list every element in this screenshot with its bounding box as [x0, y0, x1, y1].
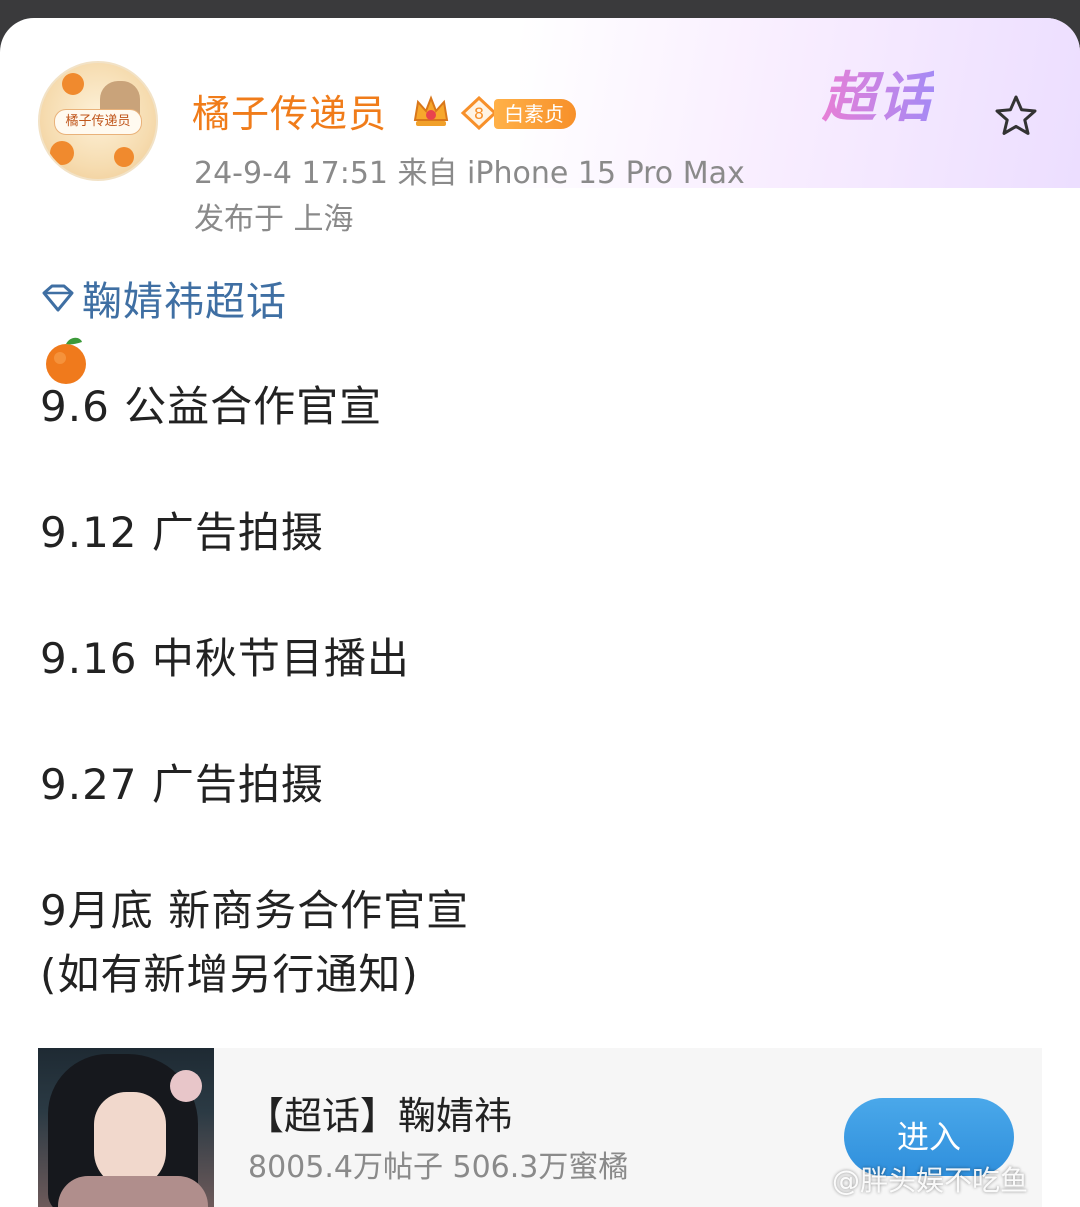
post-line-4: 9.27 广告拍摄: [40, 760, 324, 809]
topic-text: 鞠婧祎超话: [82, 279, 287, 325]
super-topic-cover-image: [38, 1048, 214, 1207]
post-line-1: 9.6 公益合作官宣: [40, 382, 383, 431]
post-line-5: 9月底 新商务合作官宣: [40, 886, 470, 935]
watermark: @胖头娱不吃鱼: [832, 1164, 1029, 1197]
post-line-3: 9.16 中秋节目播出: [40, 634, 410, 683]
badge-label[interactable]: 白素贞: [494, 99, 576, 129]
username[interactable]: 橘子传递员: [192, 88, 387, 140]
star-icon[interactable]: [992, 92, 1040, 140]
post-line-6: (如有新增另行通知): [40, 950, 419, 999]
topic-link[interactable]: 鞠婧祎超话: [40, 273, 287, 325]
avatar[interactable]: 橘子传递员: [38, 61, 158, 181]
level-badge-icon: 8: [460, 96, 498, 130]
diamond-icon: [42, 284, 74, 312]
post-location: 发布于 上海: [194, 202, 354, 237]
post-line-2: 9.12 广告拍摄: [40, 508, 324, 557]
chaohua-brand-logo: 超话: [822, 66, 934, 129]
post-timestamp-source: 24-9-4 17:51 来自 iPhone 15 Pro Max: [194, 156, 745, 191]
badge-level-number: 8: [474, 104, 484, 123]
post-card: 橘子传递员 橘子传递员 8 白素贞 24-9-4 17:51 来自 iPhone…: [0, 18, 1080, 1207]
avatar-label: 橘子传递员: [54, 109, 142, 135]
tangerine-emoji-icon: [46, 337, 86, 384]
super-topic-stats: 8005.4万帖子 506.3万蜜橘: [248, 1150, 629, 1185]
crown-icon: [413, 95, 449, 126]
super-topic-title: 【超话】鞠婧祎: [246, 1094, 513, 1138]
